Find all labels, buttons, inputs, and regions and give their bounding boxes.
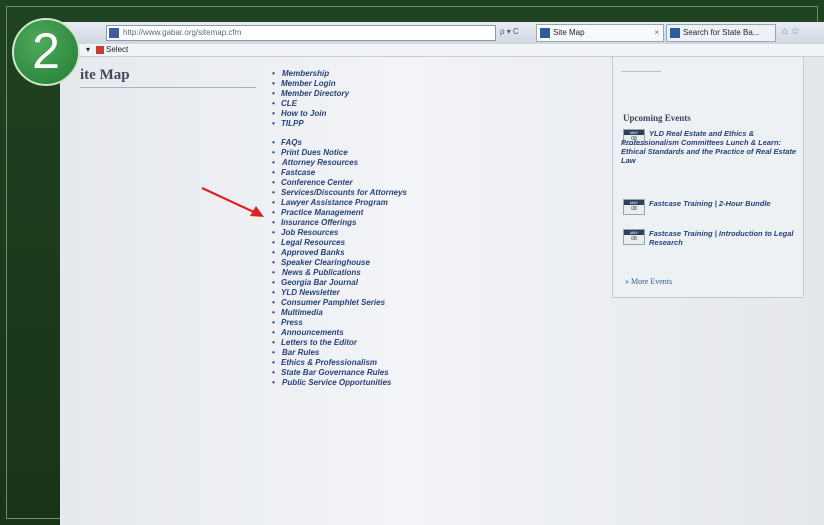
sitemap-link[interactable]: Consumer Pamphlet Series: [272, 298, 602, 308]
red-arrow-icon: [201, 187, 264, 217]
badge-month: MAY: [624, 230, 644, 235]
sitemap-section: Attorney Resources Fastcase Conference C…: [272, 158, 602, 268]
sitemap-link[interactable]: Services/Discounts for Attorneys: [272, 188, 602, 198]
section-link[interactable]: Membership: [272, 69, 602, 79]
sitemap-list: Membership Member Login Member Directory…: [272, 69, 602, 388]
arrow-shaft: [201, 187, 257, 214]
sitemap-link[interactable]: How to Join: [272, 109, 602, 119]
sitemap-section: Public Service Opportunities: [272, 378, 602, 388]
address-text: http://www.gabar.org/sitemap.cfm: [123, 28, 242, 37]
event-link[interactable]: Fastcase Training | 2-Hour Bundle: [649, 199, 799, 208]
sitemap-link[interactable]: Member Login: [272, 79, 602, 89]
calendar-icon: MAY 08: [623, 199, 645, 215]
tab-site-map[interactable]: Site Map ×: [536, 24, 664, 42]
badge-month: MAY: [624, 200, 644, 205]
sitemap-link[interactable]: Ethics & Professionalism: [272, 358, 602, 368]
tab-favicon-icon: [670, 28, 680, 38]
step-badge: 2: [12, 18, 80, 86]
site-favicon-icon: [109, 28, 119, 38]
section-link[interactable]: News & Publications: [272, 268, 602, 278]
event-item[interactable]: MAY 08 Fastcase Training | Introduction …: [619, 229, 797, 253]
badge-day: 08: [631, 236, 637, 242]
sitemap-link[interactable]: Letters to the Editor: [272, 338, 602, 348]
sitemap-link[interactable]: Announcements: [272, 328, 602, 338]
command-bar: vert ▾ Select: [60, 44, 824, 57]
page-title: ite Map: [80, 67, 130, 83]
sitemap-link[interactable]: Speaker Clearinghouse: [272, 258, 602, 268]
title-divider: [80, 87, 256, 88]
sitemap-section: Bar Rules Ethics & Professionalism State…: [272, 348, 602, 378]
event-link[interactable]: Fastcase Training | Introduction to Lega…: [649, 229, 799, 247]
tab-favicon-icon: [540, 28, 550, 38]
sitemap-link[interactable]: Practice Management: [272, 208, 602, 218]
event-link[interactable]: YLD Real Estate and Ethics & Professiona…: [621, 129, 797, 165]
sitemap-link[interactable]: Insurance Offerings: [272, 218, 602, 228]
sitemap-section: Membership Member Login Member Directory…: [272, 69, 602, 129]
sitemap-link[interactable]: State Bar Governance Rules: [272, 368, 602, 378]
section-link[interactable]: Public Service Opportunities: [272, 378, 602, 388]
sitemap-link[interactable]: Multimedia: [272, 308, 602, 318]
sitemap-link[interactable]: YLD Newsletter: [272, 288, 602, 298]
sitemap-link[interactable]: Fastcase: [272, 168, 602, 178]
sitemap-section: FAQs Print Dues Notice: [272, 129, 602, 158]
tab-close-icon[interactable]: ×: [654, 25, 659, 41]
select-menu[interactable]: Select: [106, 44, 128, 56]
sitemap-link[interactable]: FAQs: [272, 138, 602, 148]
sitemap-link[interactable]: Georgia Bar Journal: [272, 278, 602, 288]
pdf-icon: [96, 46, 104, 54]
section-link[interactable]: Attorney Resources: [272, 158, 602, 168]
step-number: 2: [32, 23, 60, 79]
event-item[interactable]: MAY 08 YLD Real Estate and Ethics & Prof…: [619, 129, 797, 169]
search-refresh-icon[interactable]: ρ ▾ C: [500, 27, 519, 36]
calendar-icon: MAY 08: [623, 229, 645, 245]
more-events-link[interactable]: » More Events: [625, 277, 672, 286]
badge-day: 08: [631, 206, 637, 212]
sitemap-link[interactable]: Approved Banks: [272, 248, 602, 258]
tab-label: Site Map: [553, 28, 585, 37]
sitemap-link[interactable]: Press: [272, 318, 602, 328]
tab-label: Search for State Ba...: [683, 28, 760, 37]
browser-window: http://www.gabar.org/sitemap.cfm ρ ▾ C S…: [60, 22, 824, 525]
events-title: Upcoming Events: [623, 113, 691, 123]
sitemap-link[interactable]: Conference Center: [272, 178, 602, 188]
event-item[interactable]: MAY 08 Fastcase Training | 2-Hour Bundle: [619, 199, 797, 219]
sitemap-link[interactable]: Print Dues Notice: [272, 148, 602, 158]
sitemap-link[interactable]: Legal Resources: [272, 238, 602, 248]
sidebar-divider: [621, 71, 661, 72]
chevron-down-icon[interactable]: ▾: [86, 44, 90, 56]
sitemap-link[interactable]: Member Directory: [272, 89, 602, 99]
home-favorites-icon[interactable]: ⌂ ☆: [782, 26, 800, 37]
sitemap-link[interactable]: CLE: [272, 99, 602, 109]
address-bar[interactable]: http://www.gabar.org/sitemap.cfm: [106, 25, 496, 41]
sitemap-link[interactable]: Job Resources: [272, 228, 602, 238]
sitemap-link[interactable]: Lawyer Assistance Program: [272, 198, 602, 208]
page-content: ite Map Membership Member Login Member D…: [60, 57, 824, 525]
browser-titlebar: http://www.gabar.org/sitemap.cfm ρ ▾ C S…: [60, 22, 824, 45]
section-link[interactable]: Bar Rules: [272, 348, 602, 358]
sitemap-link[interactable]: TILPP: [272, 119, 602, 129]
tab-search[interactable]: Search for State Ba...: [666, 24, 776, 42]
events-sidebar: Upcoming Events MAY 08 YLD Real Estate a…: [612, 57, 804, 298]
sitemap-section: News & Publications Georgia Bar Journal …: [272, 268, 602, 348]
